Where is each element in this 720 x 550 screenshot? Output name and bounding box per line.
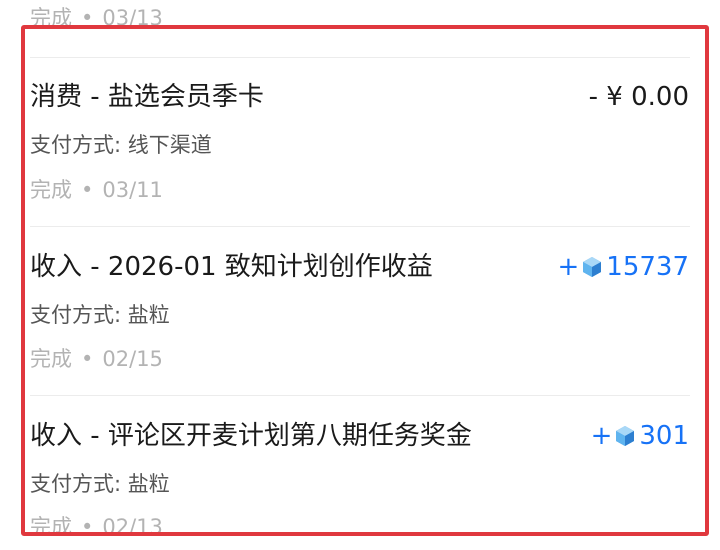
status-text: 完成 [30,178,72,202]
amount-value: 301 [639,421,689,451]
status-date: 02/13 [102,515,163,539]
payment-method: 支付方式: 盐粒 [30,303,170,327]
transaction-item[interactable]: 收入 - 评论区开麦计划第八期任务奖金 + 301 支付方式: 盐粒 完成 • 02… [0,395,720,550]
transaction-item[interactable]: 消费 - 盐选会员季卡 - ¥ 0.00 支付方式: 线下渠道 完成 • 03/11 [0,57,720,226]
transaction-title: 收入 - 评论区开麦计划第八期任务奖金 [30,421,472,451]
separator-dot: • [81,515,94,539]
transaction-amount: - ¥ 0.00 [589,84,689,110]
separator-dot: • [81,347,94,371]
amount-sign: + [590,421,613,451]
payment-method: 支付方式: 盐粒 [30,472,170,496]
transaction-item[interactable]: 收入 - 2026-01 致知计划创作收益 + 15737 支付方式: 盐粒 完… [0,226,720,395]
transaction-title: 收入 - 2026-01 致知计划创作收益 [30,252,433,282]
status-text: 完成 [30,6,72,30]
salt-gem-icon [616,426,635,446]
status-text: 完成 [30,347,72,371]
transaction-status: 完成 • 03/11 [30,180,163,201]
status-date: 02/15 [102,347,163,371]
amount-sign: + [557,252,580,282]
status-text: 完成 [30,515,72,539]
transaction-list: 完成 • 03/13 消费 - 盐选会员季卡 - ¥ 0.00 支付方式: 线下渠道… [0,0,720,550]
payment-method: 支付方式: 线下渠道 [30,133,212,157]
transaction-status: 完成 • 02/13 [30,517,163,538]
separator-dot: • [81,178,94,202]
transaction-status: 完成 • 03/13 [30,8,163,29]
status-date: 03/11 [102,178,163,202]
transaction-amount: + 15737 [557,254,689,280]
amount-value: 15737 [606,252,689,282]
transaction-status: 完成 • 02/15 [30,349,163,370]
amount-text: - ¥ 0.00 [588,82,689,112]
salt-gem-icon [583,257,602,277]
status-date: 03/13 [102,6,163,30]
transaction-amount: + 301 [591,423,689,449]
transaction-title: 消费 - 盐选会员季卡 [30,82,264,112]
separator-dot: • [81,6,94,30]
